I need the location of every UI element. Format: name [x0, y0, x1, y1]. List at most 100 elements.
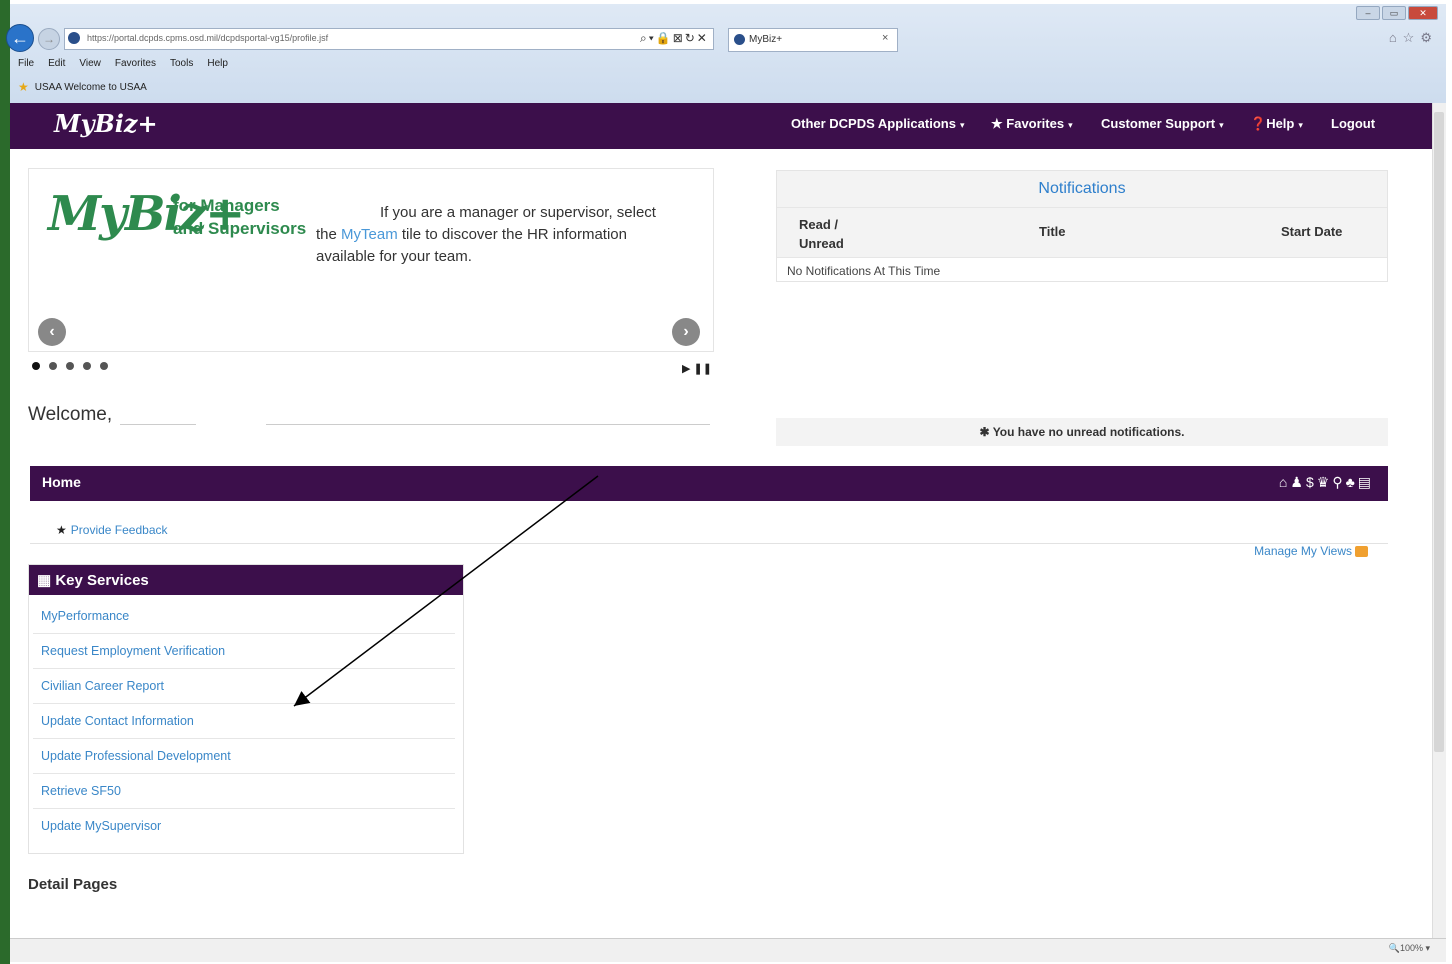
- menu-favorites[interactable]: Favorites: [115, 58, 156, 69]
- nav-label: Customer Support: [1101, 116, 1216, 131]
- carousel-brand-subtitle: for Managers and Supervisors: [173, 194, 306, 240]
- person-icon[interactable]: ⚲: [1332, 474, 1345, 490]
- caret-down-icon: ▾: [959, 120, 965, 130]
- slide-text-rest: tile to discover the HR information: [401, 226, 627, 243]
- home-icon[interactable]: ⌂: [1279, 474, 1290, 490]
- key-service-link[interactable]: Update Contact Information: [33, 704, 455, 739]
- key-services-header: ▦ Key Services: [29, 565, 463, 595]
- slide-text-line-2: the MyTeam tile to discover the HR infor…: [316, 224, 696, 246]
- menu-bar: File Edit View Favorites Tools Help: [18, 58, 228, 69]
- slide-text-line-1: If you are a manager or supervisor, sele…: [380, 204, 656, 221]
- key-service-link[interactable]: Civilian Career Report: [33, 669, 455, 704]
- provide-feedback-link[interactable]: Provide Feedback: [71, 523, 168, 537]
- notifications-panel: Notifications Read / Unread Title Start D…: [776, 170, 1388, 282]
- slide-text-the: the: [316, 226, 337, 243]
- carousel-play-pause-button[interactable]: ▶ ❚❚: [682, 362, 712, 375]
- favorites-star-icon[interactable]: ★: [18, 80, 29, 94]
- notifications-columns: Read / Unread Title Start Date: [777, 207, 1387, 257]
- column-read-unread-line-2: Unread: [799, 236, 844, 251]
- carousel-indicator-dot[interactable]: [66, 362, 74, 370]
- key-service-link[interactable]: Update Professional Development: [33, 739, 455, 774]
- menu-help[interactable]: Help: [207, 58, 228, 69]
- back-button[interactable]: ←: [6, 24, 34, 52]
- caret-down-icon: ▾: [1068, 120, 1073, 130]
- menu-file[interactable]: File: [18, 58, 34, 69]
- tab-close-icon[interactable]: ×: [882, 32, 888, 44]
- graduation-icon[interactable]: ♛: [1317, 474, 1333, 490]
- carousel-prev-button[interactable]: ‹: [38, 318, 66, 346]
- carousel-indicators: [32, 362, 108, 370]
- caret-down-icon: ▾: [1298, 120, 1303, 130]
- page: – ▭ ✕ ← → https://portal.dcpds.cpms.osd.…: [0, 0, 1452, 964]
- nav-logout[interactable]: Logout: [1331, 116, 1375, 131]
- myteam-link[interactable]: MyTeam: [341, 226, 398, 243]
- maximize-button[interactable]: ▭: [1382, 6, 1406, 20]
- notifications-title: Notifications: [777, 171, 1387, 207]
- slide-text-line-3: available for your team.: [316, 248, 472, 265]
- carousel-indicator-dot[interactable]: [100, 362, 108, 370]
- home-quick-icons: ⌂♟$♛⚲♣▤: [1279, 474, 1374, 491]
- star-icon: ★: [991, 116, 1007, 131]
- carousel-next-button[interactable]: ›: [672, 318, 700, 346]
- nav-other-dcpds-applications[interactable]: Other DCPDS Applications ▾: [791, 116, 964, 131]
- star-icon: ★: [56, 523, 67, 537]
- minimize-button[interactable]: –: [1356, 6, 1380, 20]
- column-read-unread[interactable]: Read / Unread: [799, 215, 844, 253]
- nav-help[interactable]: ❓Help ▾: [1250, 116, 1303, 132]
- user-icon[interactable]: ♟: [1290, 474, 1306, 490]
- home-bar: [30, 466, 1388, 501]
- column-title[interactable]: Title: [1039, 224, 1066, 239]
- favorites-bar: ★ USAA Welcome to USAA: [18, 80, 147, 94]
- browser-tab[interactable]: MyBiz+: [728, 28, 898, 52]
- carousel-indicator-dot[interactable]: [49, 362, 57, 370]
- zoom-level[interactable]: 🔍100% ▾: [1389, 943, 1430, 954]
- carousel-indicator-dot[interactable]: [83, 362, 91, 370]
- nav-label: Favorites: [1006, 116, 1065, 131]
- dollar-icon[interactable]: $: [1306, 474, 1317, 490]
- nav-favorites[interactable]: ★ Favorites ▾: [991, 116, 1073, 132]
- browser-toolbar-icons[interactable]: ⌂☆⚙: [1389, 30, 1438, 46]
- window-controls: – ▭ ✕: [1356, 6, 1438, 20]
- key-service-link[interactable]: Retrieve SF50: [33, 774, 455, 809]
- provide-feedback[interactable]: ★ Provide Feedback: [56, 523, 168, 537]
- manage-my-views[interactable]: Manage My Views: [1254, 544, 1368, 558]
- carousel-slide-text: If you are a manager or supervisor, sele…: [316, 202, 696, 268]
- detail-pages-heading: Detail Pages: [28, 876, 118, 893]
- nav-label: Other DCPDS Applications: [791, 116, 956, 131]
- key-service-link[interactable]: Update MySupervisor: [33, 809, 455, 844]
- forward-button[interactable]: →: [38, 28, 60, 50]
- welcome-text: Welcome,: [28, 404, 113, 425]
- menu-tools[interactable]: Tools: [170, 58, 193, 69]
- brand-sub-line-2: and Supervisors: [173, 219, 307, 238]
- column-start-date[interactable]: Start Date: [1281, 224, 1342, 239]
- menu-edit[interactable]: Edit: [48, 58, 65, 69]
- address-tools[interactable]: ⌕▾🔒⊠↻✕: [640, 31, 709, 46]
- window-edge: [0, 0, 10, 964]
- favorites-usaa-link[interactable]: USAA Welcome to USAA: [35, 82, 147, 93]
- status-bar: [10, 938, 1446, 962]
- scrollbar-thumb[interactable]: [1434, 112, 1444, 752]
- zoom-icon: 🔍: [1388, 943, 1400, 953]
- manage-my-views-link[interactable]: Manage My Views: [1254, 544, 1352, 558]
- nav-customer-support[interactable]: Customer Support ▾: [1101, 116, 1224, 131]
- asterisk-icon: ✱: [979, 425, 993, 439]
- mybiz-logo[interactable]: MyBiz+: [54, 109, 158, 138]
- close-window-button[interactable]: ✕: [1408, 6, 1438, 20]
- document-icon[interactable]: ▤: [1358, 474, 1374, 490]
- notifications-footer: ✱ You have no unread notifications.: [776, 418, 1388, 446]
- key-service-link[interactable]: MyPerformance: [33, 599, 455, 634]
- thumbs-up-icon[interactable]: ♣: [1346, 474, 1358, 490]
- brand-sub-line-1: for Managers: [173, 196, 280, 215]
- menu-view[interactable]: View: [79, 58, 101, 69]
- carousel-indicator-dot[interactable]: [32, 362, 40, 370]
- key-service-link[interactable]: Request Employment Verification: [33, 634, 455, 669]
- tab-favicon-icon: [734, 34, 745, 45]
- home-title: Home: [42, 474, 81, 490]
- key-services-panel: ▦ Key Services MyPerformance Request Empl…: [28, 564, 464, 854]
- divider: [30, 543, 1388, 544]
- welcome-divider: [266, 424, 710, 425]
- address-bar[interactable]: https://portal.dcpds.cpms.osd.mil/dcpdsp…: [64, 28, 714, 50]
- notifications-empty-text: No Notifications At This Time: [777, 257, 1387, 284]
- grid-icon: ▦: [37, 572, 56, 589]
- site-icon: [68, 32, 80, 44]
